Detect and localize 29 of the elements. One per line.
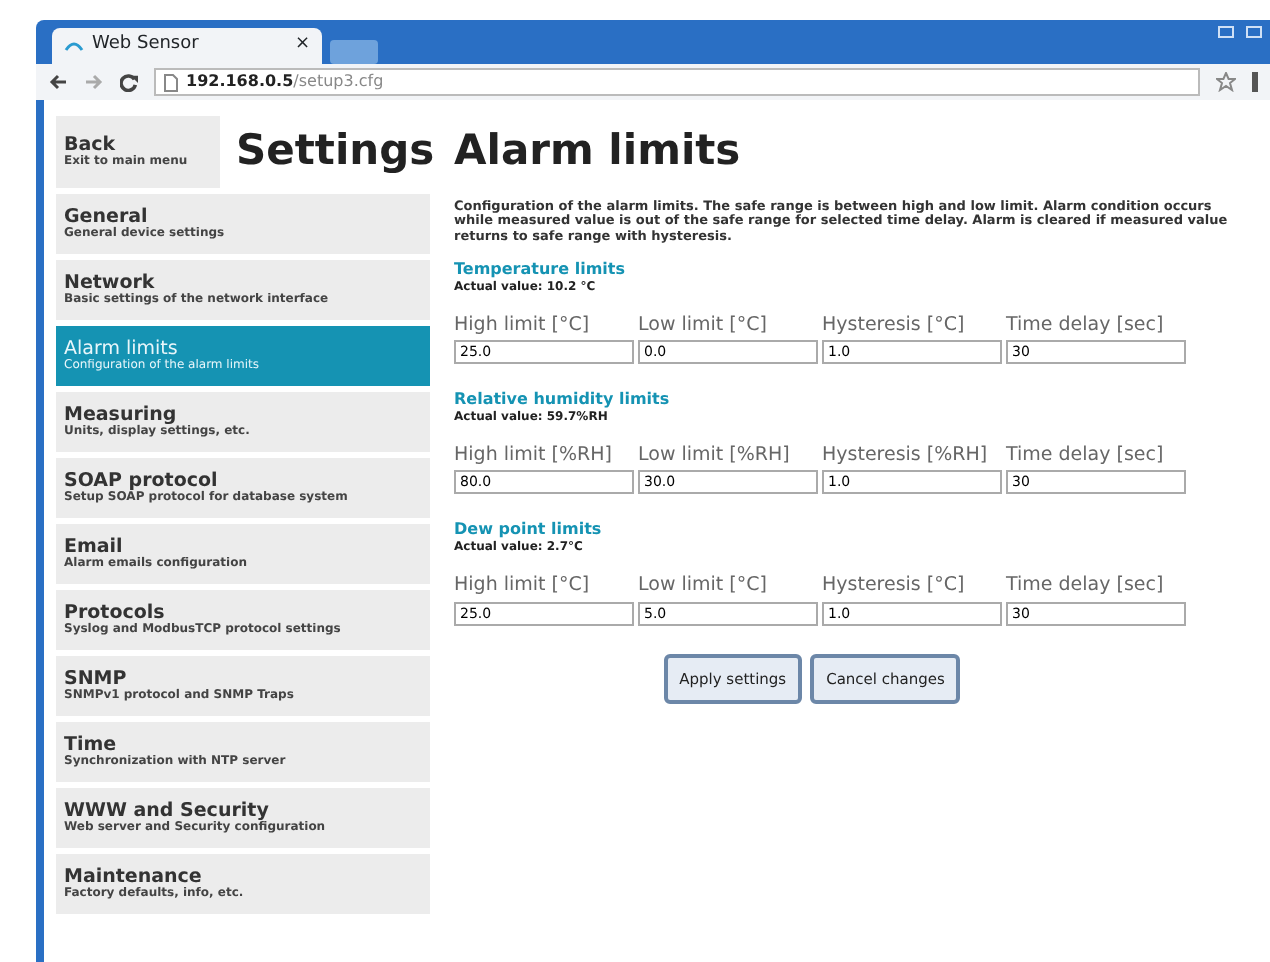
page-title: Alarm limits <box>454 124 743 178</box>
section-title: Dew point limits <box>454 522 604 539</box>
maximize-icon[interactable] <box>1246 26 1262 38</box>
field-label: High limit [°C] <box>454 572 592 601</box>
browser-tab[interactable]: Web Sensor × <box>52 28 322 64</box>
back-arrow-icon[interactable] <box>48 74 68 90</box>
tab-title: Web Sensor <box>92 32 201 59</box>
address-bar[interactable]: 192.168.0.5/setup3.cfg <box>154 68 1200 96</box>
field-label: Hysteresis [°C] <box>822 572 967 601</box>
field-label: Hysteresis [%RH] <box>822 442 990 471</box>
field-label: Time delay [sec] <box>1006 442 1166 471</box>
field-label: Time delay [sec] <box>1006 572 1166 601</box>
settings-heading: Settings <box>236 124 435 179</box>
field-label: High limit [°C] <box>454 311 592 340</box>
field-label: High limit [%RH] <box>454 442 614 471</box>
url-text: 192.168.0.5/setup3.cfg <box>186 70 384 94</box>
field-label: Low limit [°C] <box>638 311 769 340</box>
field-label: Low limit [°C] <box>638 572 769 601</box>
star-icon[interactable] <box>1216 72 1236 92</box>
forward-arrow-icon[interactable] <box>84 74 104 90</box>
page-icon <box>164 73 178 91</box>
field-label: Hysteresis [°C] <box>822 311 967 340</box>
section-title: Relative humidity limits <box>454 392 672 409</box>
field-label: Low limit [%RH] <box>638 442 792 471</box>
reload-icon[interactable] <box>120 73 138 91</box>
tab-close-button[interactable]: × <box>294 32 310 60</box>
section-title: Temperature limits <box>454 261 627 278</box>
sensor-icon <box>64 38 84 54</box>
field-label: Time delay [sec] <box>1006 311 1166 340</box>
